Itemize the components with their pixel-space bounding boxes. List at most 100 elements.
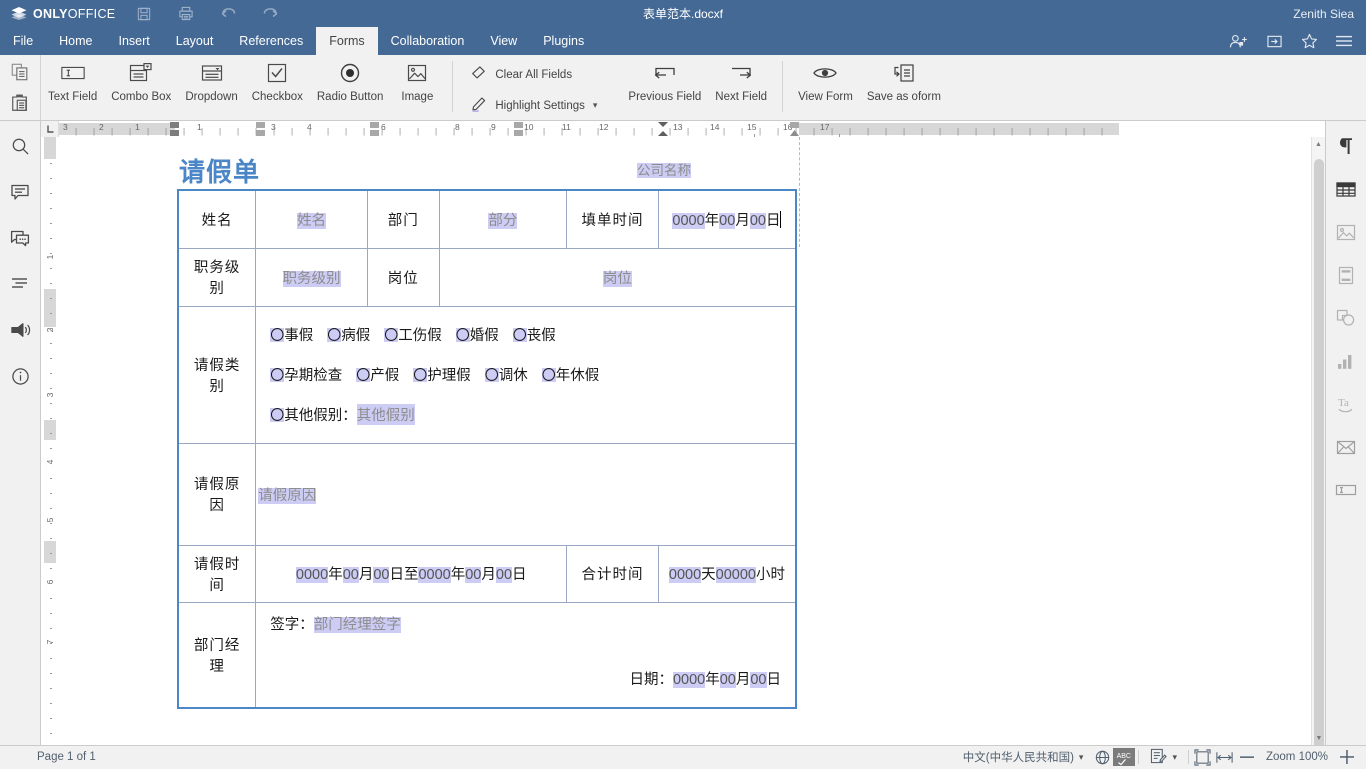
manager-signature-cell[interactable]: 签字：部门经理签字 日期：0000年00月00日 (255, 601, 797, 709)
track-changes-button[interactable]: ▾ (1142, 746, 1185, 769)
combo-box-button[interactable]: Combo Box (104, 59, 178, 103)
fit-width-icon[interactable] (1214, 748, 1236, 766)
vertical-scrollbar[interactable]: ▲ ▼ (1311, 137, 1326, 759)
radio-option[interactable]: 〇事假 (270, 324, 313, 345)
tab-insert[interactable]: Insert (106, 27, 163, 55)
document-page[interactable]: 请假单 公司名称 姓名 姓名 部门 部分 填单时间 0000年00月00日 职务… (59, 137, 1311, 745)
next-field-button[interactable]: Next Field (708, 59, 774, 103)
radio-option[interactable]: 〇孕期检查 (270, 364, 342, 385)
info-icon[interactable] (7, 363, 33, 389)
vruler-minor-tick (50, 718, 52, 719)
dropdown-button[interactable]: Dropdown (178, 59, 244, 103)
fit-page-icon[interactable] (1192, 748, 1214, 766)
scroll-up-arrow[interactable]: ▲ (1312, 137, 1325, 151)
fill-date-field-cell[interactable]: 0000年00月00日 (657, 189, 797, 249)
tab-stop-selector[interactable] (41, 121, 59, 137)
ruler-tick-label: 14 (710, 122, 720, 132)
name-field-cell[interactable]: 姓名 (255, 189, 368, 249)
tab-references[interactable]: References (226, 27, 316, 55)
radio-option[interactable]: 〇产假 (356, 364, 399, 385)
paste-icon[interactable] (8, 91, 32, 115)
vertical-ruler[interactable]: 1234567 (41, 137, 59, 745)
print-icon[interactable] (175, 3, 197, 25)
document-canvas[interactable]: 请假单 公司名称 姓名 姓名 部门 部分 填单时间 0000年00月00日 职务… (59, 137, 1311, 745)
scroll-down-arrow[interactable]: ▼ (1312, 731, 1326, 745)
clear-all-fields-button[interactable]: Clear All Fields (467, 64, 601, 87)
reason-field-cell[interactable]: 请假原因 (255, 442, 797, 546)
language-selector[interactable]: 中文(中华人民共和国) ▾ (955, 746, 1092, 769)
tab-plugins[interactable]: Plugins (530, 27, 597, 55)
radio-option[interactable]: 〇丧假 (512, 324, 556, 345)
ruler-tab-marker-2[interactable] (370, 122, 379, 137)
scrollbar-thumb[interactable] (1314, 159, 1324, 759)
radio-option[interactable]: 〇工伤假 (384, 324, 442, 345)
chat-icon[interactable] (7, 225, 33, 251)
leave-type-options-cell[interactable]: 〇事假 〇病假 〇工伤假 〇婚假 〇丧假 〇孕期检查 〇产假 〇 护理假 〇 调… (255, 305, 797, 444)
leave-time-range-cell[interactable]: 0000年00月00日至0000年00月00日 (255, 544, 568, 603)
view-form-button[interactable]: View Form (791, 59, 860, 103)
tab-layout[interactable]: Layout (163, 27, 227, 55)
ruler-left-indent-marker[interactable] (170, 122, 179, 137)
radio-option[interactable]: 〇年休假 (541, 364, 599, 385)
spellcheck-abc-icon[interactable]: ABC (1113, 748, 1136, 766)
zoom-level-label[interactable]: Zoom 100% (1258, 746, 1336, 769)
ruler-tab-marker-3[interactable] (514, 122, 523, 137)
post-field-cell[interactable]: 岗位 (438, 247, 797, 307)
ruler-tab-marker-1[interactable] (256, 122, 265, 137)
tab-home[interactable]: Home (46, 27, 105, 55)
zoom-out-icon[interactable] (1236, 748, 1258, 766)
redo-icon[interactable] (259, 3, 281, 25)
vruler-minor-tick (50, 418, 52, 419)
vruler-tick-label: 7 (45, 639, 55, 645)
zoom-in-icon[interactable] (1336, 748, 1358, 766)
tab-collaboration[interactable]: Collaboration (378, 27, 478, 55)
radio-option[interactable]: 〇婚假 (455, 324, 499, 345)
company-name-field[interactable]: 公司名称 (637, 159, 691, 179)
highlight-settings-button[interactable]: Highlight Settings ▾ (467, 94, 601, 118)
tab-forms[interactable]: Forms (316, 27, 378, 55)
radio-option[interactable]: 〇护理假 (413, 364, 471, 385)
radio-option[interactable]: 〇病假 (327, 324, 370, 345)
ruler-minor-tick: | (471, 127, 474, 136)
copy-icon[interactable] (8, 60, 32, 84)
save-as-oform-button[interactable]: Save as oform (860, 59, 948, 103)
comment-icon[interactable] (7, 179, 33, 205)
rank-value: 职务级别 (282, 270, 341, 287)
total-time-field-cell[interactable]: 0000天00000小时 (657, 544, 797, 603)
text-art-icon[interactable]: Ta (1333, 391, 1359, 417)
radio-option[interactable]: 〇调休 (484, 364, 528, 385)
radio-button-button[interactable]: Radio Button (310, 59, 391, 103)
image-settings-icon[interactable] (1333, 219, 1359, 245)
favorite-star-icon[interactable] (1299, 31, 1319, 51)
globe-icon[interactable] (1091, 748, 1113, 766)
headings-icon[interactable] (7, 271, 33, 297)
chart-icon[interactable] (1333, 348, 1359, 374)
undo-icon[interactable] (217, 3, 239, 25)
shape-icon[interactable] (1333, 305, 1359, 331)
ruler-hanging-indent-marker[interactable] (790, 122, 799, 137)
tab-file[interactable]: File (0, 27, 46, 55)
tab-view[interactable]: View (477, 27, 530, 55)
fill-date-month-unit: 月 (735, 212, 750, 229)
ruler-right-indent-marker[interactable] (657, 121, 669, 137)
radio-option-other[interactable]: 〇其他假别： (270, 404, 357, 425)
menu-icon[interactable] (1334, 31, 1354, 51)
feedback-megaphone-icon[interactable] (7, 317, 33, 343)
previous-field-button[interactable]: Previous Field (621, 59, 708, 103)
checkbox-button[interactable]: Checkbox (245, 59, 310, 103)
paragraph-pilcrow-icon[interactable] (1333, 133, 1359, 159)
header-footer-icon[interactable] (1333, 262, 1359, 288)
dept-field-cell[interactable]: 部分 (438, 189, 568, 249)
ruler-minor-tick: | (201, 127, 204, 136)
add-user-icon[interactable] (1229, 31, 1249, 51)
horizontal-ruler[interactable]: 3 2 1 1 3 4 6 8 9 10 11 12 13 14 15 16 17 | | | | | | | | | | | | | | |… (59, 121, 1325, 137)
mail-merge-icon[interactable] (1333, 434, 1359, 460)
save-icon[interactable] (133, 3, 155, 25)
rank-field-cell[interactable]: 职务级别 (255, 247, 368, 307)
open-folder-icon[interactable] (1264, 31, 1284, 51)
text-field-button[interactable]: Text Field (41, 59, 104, 103)
image-button[interactable]: Image (390, 59, 444, 103)
search-icon[interactable] (7, 133, 33, 159)
form-settings-icon[interactable] (1333, 477, 1359, 503)
table-icon[interactable] (1333, 176, 1359, 202)
